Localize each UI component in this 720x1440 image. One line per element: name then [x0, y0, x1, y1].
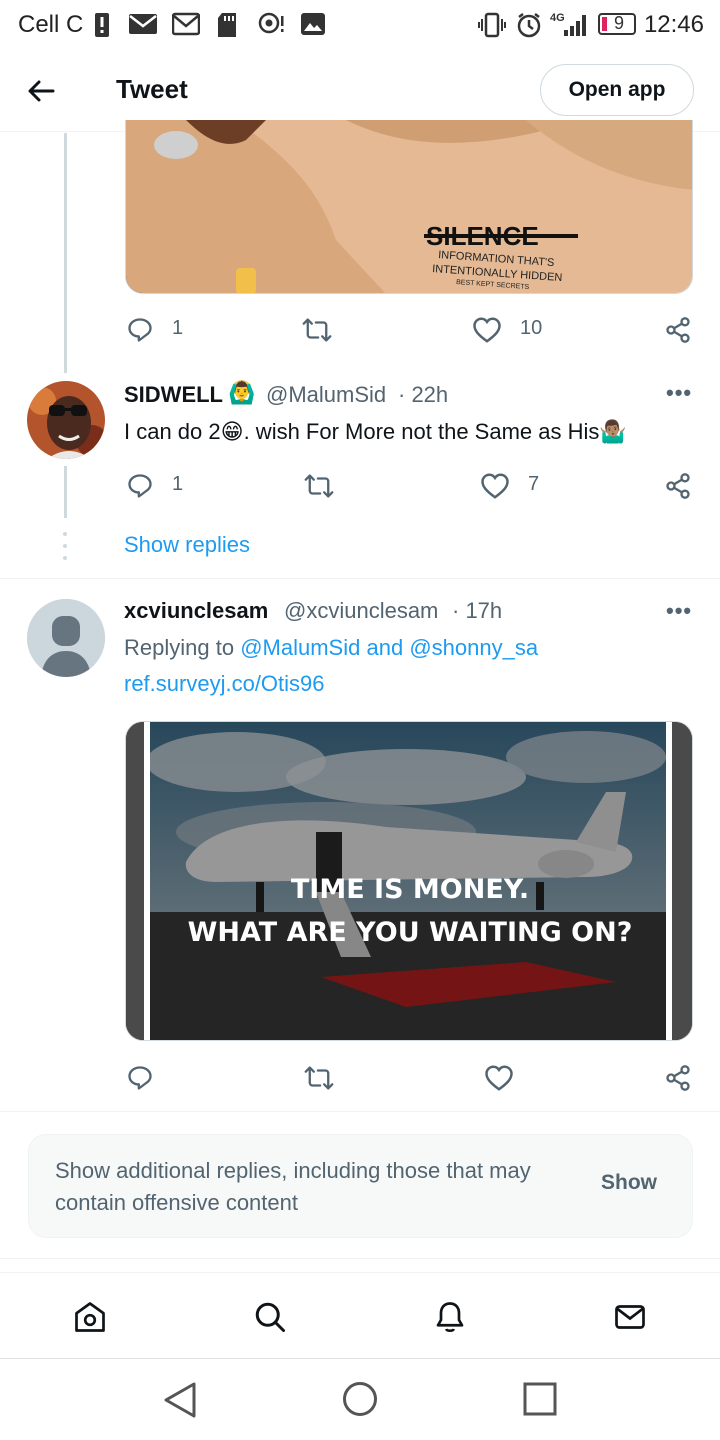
tweet-time[interactable]: · 22h — [398, 382, 448, 408]
gmail-icon — [172, 12, 200, 36]
tweet-link[interactable]: ref.surveyj.co/Otis96 — [124, 671, 325, 697]
user-handle[interactable]: @MalumSid — [266, 382, 386, 408]
heart-icon[interactable] — [472, 316, 502, 344]
avatar-photo — [27, 381, 105, 459]
carrier-name: Cell C — [18, 11, 84, 38]
reply-icon[interactable] — [126, 1064, 154, 1092]
thread-dots-icon — [63, 532, 67, 560]
grin-emoji: 😁 — [220, 419, 244, 444]
shrug-emoji: 🤷🏽‍♂️ — [599, 419, 627, 444]
alert-icon — [95, 13, 109, 37]
divider — [0, 578, 720, 579]
reply-count: 1 — [172, 317, 184, 339]
display-name[interactable]: SIDWELL — [124, 382, 223, 408]
reply-and: and — [366, 635, 404, 660]
thread-line — [64, 466, 67, 518]
alarm-icon — [517, 13, 541, 38]
user-handle[interactable]: @xcviunclesam — [284, 598, 438, 624]
reply-mention-1[interactable]: @MalumSid — [240, 635, 360, 660]
home-circle-icon[interactable] — [342, 1381, 378, 1417]
battery-icon: 9 — [598, 13, 636, 35]
heart-icon[interactable] — [484, 1064, 514, 1092]
share-icon[interactable] — [664, 472, 692, 500]
clock: 12:46 — [643, 11, 704, 38]
show-additional-replies-button[interactable]: Show — [601, 1171, 657, 1195]
reply-count: 1 — [172, 473, 184, 495]
page-title: Tweet — [116, 74, 188, 104]
mail-icon[interactable] — [612, 1299, 648, 1335]
avatar-default[interactable] — [27, 599, 105, 677]
additional-replies-text: Show additional replies, including those… — [55, 1158, 531, 1215]
additional-replies-notice: Show additional replies, including those… — [28, 1134, 693, 1238]
emoji-decoration: 🙆‍♂️ — [228, 380, 256, 405]
tweet-time[interactable]: · 17h — [452, 598, 502, 624]
recents-square-icon[interactable] — [523, 1382, 557, 1416]
heart-icon[interactable] — [480, 472, 510, 500]
avatar[interactable] — [27, 381, 105, 459]
replying-prefix: Replying to — [124, 635, 235, 660]
reply-icon[interactable] — [126, 316, 154, 344]
thread-line — [64, 133, 67, 373]
tweet-text: I can do 2😁. wish For More not the Same … — [124, 419, 684, 445]
sd-card-icon — [218, 13, 236, 37]
divider — [0, 1111, 720, 1112]
reply-icon[interactable] — [126, 472, 154, 500]
tweet-image[interactable]: SILENCE INFORMATION THAT'S INTENTIONALLY… — [125, 120, 693, 294]
home-icon[interactable] — [72, 1299, 108, 1335]
gallery-icon — [301, 13, 325, 35]
show-replies-link[interactable]: Show replies — [124, 532, 250, 558]
vibrate-icon — [478, 12, 506, 38]
back-triangle-icon[interactable] — [162, 1381, 198, 1419]
tweet-text-part-2: . wish For More not the Same as His — [243, 419, 600, 444]
battery-level: 9 — [614, 13, 625, 33]
tweet-text-part-1: I can do 2 — [124, 419, 221, 444]
display-name[interactable]: xcviunclesam — [124, 598, 268, 624]
retweet-icon[interactable] — [304, 1064, 334, 1092]
replying-to: Replying to @MalumSid and @shonny_sa — [124, 635, 538, 661]
share-icon[interactable] — [664, 1064, 692, 1092]
reply-mention-2[interactable]: @shonny_sa — [409, 635, 538, 660]
tweet-image[interactable]: TIME IS MONEY. WHAT ARE YOU WAITING ON? — [125, 721, 693, 1041]
more-options-icon[interactable]: ••• — [666, 598, 692, 624]
retweet-icon[interactable] — [304, 472, 334, 500]
back-arrow-icon[interactable] — [26, 76, 56, 106]
system-navigation-bar — [0, 1358, 720, 1440]
divider — [0, 1258, 720, 1259]
status-bar: Cell C 4G 9 12:46 — [0, 0, 720, 50]
location-icon — [258, 12, 284, 34]
like-count: 10 — [520, 317, 543, 339]
email-icon — [129, 14, 157, 34]
retweet-icon[interactable] — [302, 316, 332, 344]
default-profile-icon — [27, 599, 105, 677]
more-options-icon[interactable]: ••• — [666, 380, 692, 406]
private-jet-ad-image: TIME IS MONEY. WHAT ARE YOU WAITING ON? — [126, 722, 692, 1040]
signal-icon — [564, 15, 586, 36]
bell-icon[interactable] — [432, 1299, 468, 1335]
ad-line-2: WHAT ARE YOU WAITING ON? — [188, 917, 633, 948]
open-app-button[interactable]: Open app — [540, 64, 694, 116]
like-count: 7 — [528, 473, 540, 495]
bottom-navigation — [0, 1272, 720, 1358]
hoodie-photo: SILENCE INFORMATION THAT'S INTENTIONALLY… — [126, 120, 692, 293]
search-icon[interactable] — [252, 1299, 288, 1335]
ad-line-1: TIME IS MONEY. — [291, 874, 529, 905]
share-icon[interactable] — [664, 316, 692, 344]
